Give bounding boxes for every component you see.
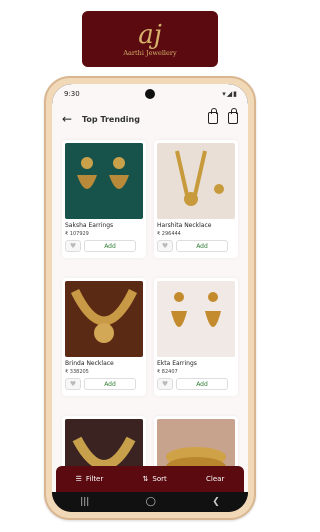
status-icons: ▾◢▮ [222,90,238,98]
shopping-bag-icon[interactable] [208,108,218,124]
sort-button[interactable]: ⇅ Sort [143,475,167,483]
product-price: ₹ 296444 [157,231,181,237]
filter-label: Filter [85,475,104,483]
product-name: Brinda Necklace [65,360,114,367]
clear-label: Clear [206,475,225,483]
wishlist-heart-icon[interactable]: ♥ [157,240,173,252]
recent-apps-icon[interactable]: ||| [80,497,89,507]
add-button[interactable]: Add [84,240,136,252]
back-arrow-icon[interactable]: ← [62,112,72,126]
wishlist-heart-icon[interactable]: ♥ [157,378,173,390]
product-image[interactable] [157,281,235,357]
filter-sort-bar: ☰ Filter ⇅ Sort Clear [56,466,244,492]
system-back-icon[interactable]: ❮ [212,497,220,507]
system-nav-bar: ||| ◯ ❮ [52,492,248,512]
add-button[interactable]: Add [176,378,228,390]
product-card[interactable]: Harshita Necklace ₹ 296444 ♥ Add [154,140,238,258]
add-button[interactable]: Add [84,378,136,390]
wishlist-heart-icon[interactable]: ♥ [65,378,81,390]
app-screen: 9:30 ▾◢▮ ← Top Trending Saksha Earrings … [52,84,248,492]
logo-text: Aarthi Jewellery [123,48,177,57]
product-price: ₹ 338205 [65,369,89,375]
wishlist-heart-icon[interactable]: ♥ [65,240,81,252]
camera-icon [145,89,155,99]
home-icon[interactable]: ◯ [146,497,156,507]
product-name: Ekta Earrings [157,360,197,367]
filter-icon: ☰ [75,475,82,483]
filter-button[interactable]: ☰ Filter [76,475,104,483]
add-button[interactable]: Add [176,240,228,252]
status-time: 9:30 [64,90,80,98]
brand-logo: aj Aarthi Jewellery [82,11,218,67]
product-card[interactable]: Brinda Necklace ₹ 338205 ♥ Add [62,278,146,396]
product-name: Harshita Necklace [157,222,212,229]
sort-icon: ⇅ [142,475,149,483]
page-title: Top Trending [82,115,140,124]
app-bar: ← Top Trending [52,106,248,134]
clear-button[interactable]: Clear [206,475,224,483]
cart-icon[interactable] [228,108,238,124]
product-image[interactable] [65,143,143,219]
logo-mark: aj [138,19,162,50]
phone-screen: 9:30 ▾◢▮ ← Top Trending Saksha Earrings … [52,84,248,512]
product-card[interactable]: Ekta Earrings ₹ 82407 ♥ Add [154,278,238,396]
product-price: ₹ 82407 [157,369,178,375]
product-name: Saksha Earrings [65,222,114,229]
product-image[interactable] [65,281,143,357]
sort-label: Sort [152,475,167,483]
product-image[interactable] [157,143,235,219]
product-card[interactable]: Saksha Earrings ₹ 107929 ♥ Add [62,140,146,258]
product-price: ₹ 107929 [65,231,89,237]
status-bar: 9:30 ▾◢▮ [52,84,248,106]
